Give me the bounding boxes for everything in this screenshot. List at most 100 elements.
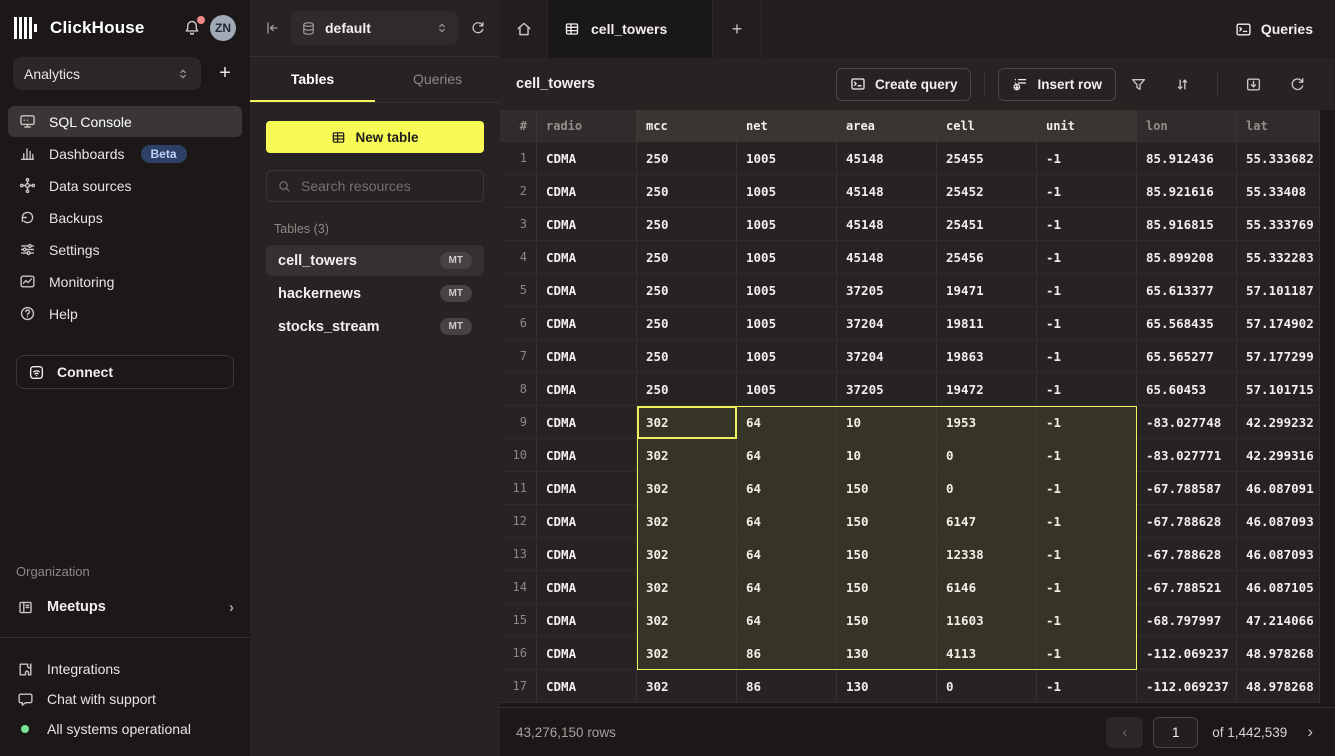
table-cell[interactable]: 45148 xyxy=(837,175,937,208)
sidebar-item-settings[interactable]: Settings xyxy=(8,234,242,265)
table-cell[interactable]: 57.174902 xyxy=(1237,307,1320,340)
table-cell[interactable]: 55.33408 xyxy=(1237,175,1320,208)
table-cell[interactable]: CDMA xyxy=(537,340,637,373)
row-number-cell[interactable]: 10 xyxy=(500,439,537,472)
table-cell[interactable]: 85.912436 xyxy=(1137,142,1237,175)
integrations-link[interactable]: Integrations xyxy=(0,654,250,684)
table-cell[interactable]: CDMA xyxy=(537,373,637,406)
table-cell[interactable]: 130 xyxy=(837,637,937,670)
column-header-lon[interactable]: lon xyxy=(1137,110,1237,142)
refresh-button[interactable] xyxy=(1280,67,1314,101)
table-cell[interactable]: 11603 xyxy=(937,604,1037,637)
row-number-cell[interactable]: 2 xyxy=(500,175,537,208)
table-cell[interactable]: 85.921616 xyxy=(1137,175,1237,208)
table-cell[interactable]: -67.788628 xyxy=(1137,505,1237,538)
table-cell[interactable]: 1005 xyxy=(737,208,837,241)
table-cell[interactable]: 45148 xyxy=(837,142,937,175)
table-cell[interactable]: 19811 xyxy=(937,307,1037,340)
connect-button[interactable]: Connect xyxy=(16,355,234,389)
table-cell[interactable]: CDMA xyxy=(537,571,637,604)
table-cell[interactable]: 1005 xyxy=(737,340,837,373)
table-cell[interactable]: 6147 xyxy=(937,505,1037,538)
table-cell[interactable]: 6146 xyxy=(937,571,1037,604)
table-cell[interactable]: -1 xyxy=(1037,670,1137,703)
table-cell[interactable]: 130 xyxy=(837,670,937,703)
table-cell[interactable]: -67.788587 xyxy=(1137,472,1237,505)
table-cell[interactable]: -1 xyxy=(1037,340,1137,373)
table-cell[interactable]: 250 xyxy=(637,241,737,274)
table-list-item-stocks-stream[interactable]: stocks_stream MT xyxy=(266,311,484,342)
table-cell[interactable]: 47.214066 xyxy=(1237,604,1320,637)
table-cell[interactable]: -1 xyxy=(1037,538,1137,571)
table-cell[interactable]: 46.087105 xyxy=(1237,571,1320,604)
table-cell[interactable]: 85.899208 xyxy=(1137,241,1237,274)
table-list-item-cell-towers[interactable]: cell_towers MT xyxy=(266,245,484,276)
table-cell[interactable]: 64 xyxy=(737,406,837,439)
table-cell[interactable]: 302 xyxy=(637,604,737,637)
table-cell[interactable]: 302 xyxy=(637,505,737,538)
table-cell[interactable]: 150 xyxy=(837,571,937,604)
table-cell[interactable]: CDMA xyxy=(537,307,637,340)
table-cell[interactable]: 37204 xyxy=(837,307,937,340)
table-cell[interactable]: CDMA xyxy=(537,604,637,637)
table-cell[interactable]: 65.565277 xyxy=(1137,340,1237,373)
table-cell[interactable]: 1005 xyxy=(737,373,837,406)
table-cell[interactable]: 46.087093 xyxy=(1237,538,1320,571)
column-header-unit[interactable]: unit xyxy=(1037,110,1137,142)
workspace-select[interactable]: Analytics xyxy=(13,57,201,90)
table-cell[interactable]: CDMA xyxy=(537,472,637,505)
table-cell[interactable]: 64 xyxy=(737,439,837,472)
column-header-mcc[interactable]: mcc xyxy=(637,110,737,142)
table-cell[interactable]: -68.797997 xyxy=(1137,604,1237,637)
table-cell[interactable]: 37205 xyxy=(837,373,937,406)
table-cell[interactable]: 19863 xyxy=(937,340,1037,373)
row-number-cell[interactable]: 6 xyxy=(500,307,537,340)
create-query-button[interactable]: Create query xyxy=(836,68,972,101)
table-cell[interactable]: 85.916815 xyxy=(1137,208,1237,241)
table-cell[interactable]: 150 xyxy=(837,538,937,571)
table-cell[interactable]: 55.333682 xyxy=(1237,142,1320,175)
refresh-icon[interactable] xyxy=(470,20,486,36)
table-cell[interactable]: 1005 xyxy=(737,274,837,307)
table-cell[interactable]: 302 xyxy=(637,670,737,703)
table-cell[interactable]: -1 xyxy=(1037,505,1137,538)
table-cell[interactable]: 57.101187 xyxy=(1237,274,1320,307)
table-cell[interactable]: 0 xyxy=(937,439,1037,472)
row-number-cell[interactable]: 1 xyxy=(500,142,537,175)
table-cell[interactable]: 37204 xyxy=(837,340,937,373)
table-cell[interactable]: 86 xyxy=(737,637,837,670)
sort-button[interactable] xyxy=(1165,67,1199,101)
row-number-cell[interactable]: 4 xyxy=(500,241,537,274)
next-page-button[interactable]: › xyxy=(1301,722,1319,742)
table-cell[interactable]: -1 xyxy=(1037,274,1137,307)
table-cell[interactable]: -1 xyxy=(1037,604,1137,637)
row-number-cell[interactable]: 14 xyxy=(500,571,537,604)
table-cell[interactable]: 65.613377 xyxy=(1137,274,1237,307)
column-header-radio[interactable]: radio xyxy=(537,110,637,142)
database-select[interactable]: default xyxy=(291,11,459,45)
table-cell[interactable]: 64 xyxy=(737,505,837,538)
filter-button[interactable] xyxy=(1121,67,1155,101)
row-number-cell[interactable]: 13 xyxy=(500,538,537,571)
table-cell[interactable]: 302 xyxy=(637,472,737,505)
table-cell[interactable]: 250 xyxy=(637,142,737,175)
table-cell[interactable]: CDMA xyxy=(537,142,637,175)
sidebar-item-meetups[interactable]: Meetups › xyxy=(0,591,250,623)
table-cell[interactable]: 19471 xyxy=(937,274,1037,307)
table-cell[interactable]: 0 xyxy=(937,670,1037,703)
system-status-row[interactable]: All systems operational xyxy=(0,714,250,744)
table-cell[interactable]: CDMA xyxy=(537,406,637,439)
table-cell[interactable]: 42.299316 xyxy=(1237,439,1320,472)
row-number-cell[interactable]: 17 xyxy=(500,670,537,703)
sidebar-item-data-sources[interactable]: Data sources xyxy=(8,170,242,201)
table-cell[interactable]: 302 xyxy=(637,637,737,670)
table-cell[interactable]: 42.299232 xyxy=(1237,406,1320,439)
sidebar-item-help[interactable]: Help xyxy=(8,298,242,329)
column-header-cell[interactable]: cell xyxy=(937,110,1037,142)
table-cell[interactable]: 1953 xyxy=(937,406,1037,439)
queries-button[interactable]: Queries xyxy=(1213,0,1335,58)
chat-support-link[interactable]: Chat with support xyxy=(0,684,250,714)
new-tab-button[interactable]: + xyxy=(713,0,761,58)
table-cell[interactable]: -67.788521 xyxy=(1137,571,1237,604)
row-number-cell[interactable]: 15 xyxy=(500,604,537,637)
